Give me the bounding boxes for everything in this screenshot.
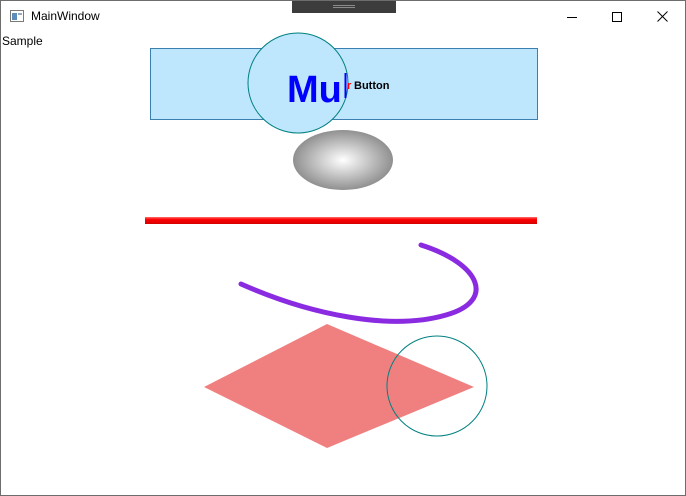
purple-curve bbox=[238, 242, 479, 324]
close-button[interactable] bbox=[639, 1, 685, 32]
button-red-text: r bbox=[347, 80, 352, 92]
title-bar[interactable]: MainWindow bbox=[1, 1, 685, 32]
close-icon bbox=[656, 11, 668, 22]
minimize-icon bbox=[567, 16, 577, 18]
app-window-icon bbox=[10, 10, 24, 22]
sample-button[interactable]: Mu r Button bbox=[150, 32, 538, 134]
window-content: Sample Mu r Button bbox=[1, 32, 685, 495]
minimize-button[interactable] bbox=[549, 1, 595, 32]
gradient-ellipse bbox=[293, 130, 393, 190]
drag-grip[interactable] bbox=[292, 1, 396, 13]
main-window: MainWindow Sample Mu r Button bbox=[0, 0, 686, 496]
maximize-icon bbox=[612, 11, 622, 22]
button-big-text: Mu bbox=[287, 69, 342, 111]
button-caption: Button bbox=[354, 80, 390, 92]
window-title: MainWindow bbox=[31, 9, 100, 23]
red-line bbox=[145, 217, 537, 224]
coral-diamond bbox=[204, 324, 474, 448]
drawing-canvas: Mu r Button bbox=[145, 32, 538, 448]
maximize-button[interactable] bbox=[594, 1, 640, 32]
